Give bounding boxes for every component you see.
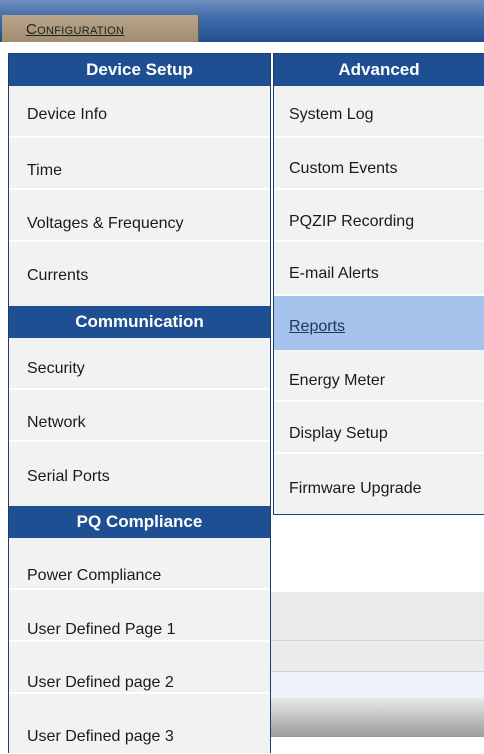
menu-item-energy-meter[interactable]: Energy Meter: [274, 350, 484, 402]
configuration-link[interactable]: Configuration: [26, 21, 124, 38]
page-background-panel: [270, 592, 484, 671]
menu-item-custom-events[interactable]: Custom Events: [274, 138, 484, 190]
section-header-pq-compliance: PQ Compliance: [9, 506, 270, 538]
menu-item-time[interactable]: Time: [9, 138, 270, 190]
menu-item-user-defined-page-1[interactable]: User Defined Page 1: [9, 590, 270, 642]
menu-item-currents[interactable]: Currents: [9, 242, 270, 306]
page-background-strip: [270, 671, 484, 698]
configuration-menu-advanced: Advanced System Log Custom Events PQZIP …: [273, 53, 484, 515]
menu-item-power-compliance[interactable]: Power Compliance: [9, 538, 270, 590]
page-divider: [270, 640, 484, 641]
menu-item-email-alerts[interactable]: E-mail Alerts: [274, 242, 484, 296]
menu-item-voltages-frequency[interactable]: Voltages & Frequency: [9, 190, 270, 242]
menu-item-reports[interactable]: Reports: [274, 296, 484, 350]
menu-item-display-setup[interactable]: Display Setup: [274, 402, 484, 454]
menu-item-network[interactable]: Network: [9, 390, 270, 442]
menu-item-user-defined-page-3[interactable]: User Defined page 3: [9, 694, 270, 754]
reports-link-label[interactable]: Reports: [289, 318, 345, 335]
menu-item-system-log[interactable]: System Log: [274, 86, 484, 138]
menu-item-security[interactable]: Security: [9, 338, 270, 390]
page-toolbar-bar: [270, 698, 484, 737]
menu-item-pqzip-recording[interactable]: PQZIP Recording: [274, 190, 484, 242]
section-header-device-setup: Device Setup: [9, 54, 270, 86]
menu-item-user-defined-page-2[interactable]: User Defined page 2: [9, 642, 270, 694]
menu-item-firmware-upgrade[interactable]: Firmware Upgrade: [274, 454, 484, 514]
section-header-advanced: Advanced: [274, 54, 484, 86]
section-header-communication: Communication: [9, 306, 270, 338]
menu-item-serial-ports[interactable]: Serial Ports: [9, 442, 270, 506]
configuration-menu-left: Device Setup Device Info Time Voltages &…: [8, 53, 271, 753]
menu-item-device-info[interactable]: Device Info: [9, 86, 270, 138]
